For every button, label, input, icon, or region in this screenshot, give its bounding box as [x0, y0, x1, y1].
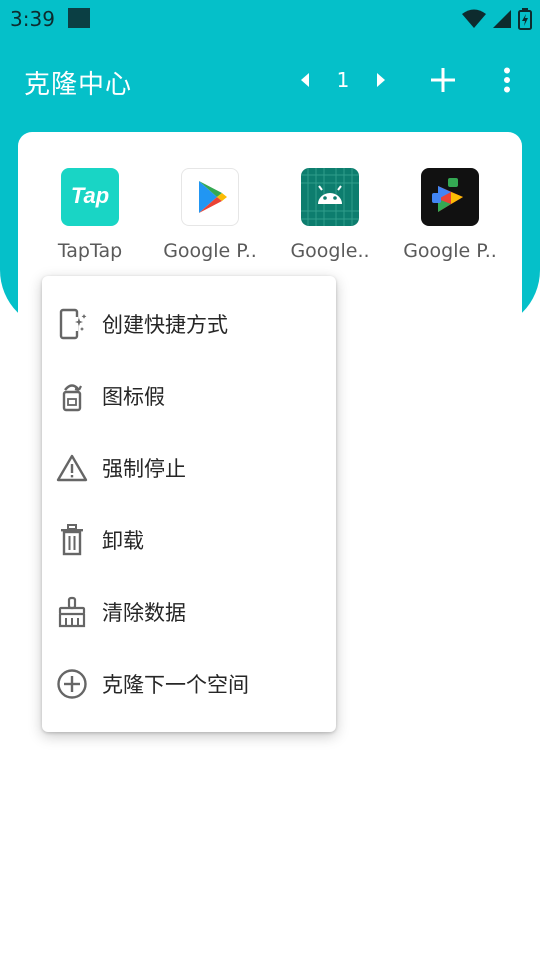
- space-pager: 1: [298, 66, 388, 94]
- shortcut-icon: [55, 307, 89, 341]
- menu-item-clear-data[interactable]: 清除数据: [42, 576, 336, 648]
- app-item-google-android[interactable]: Google..: [270, 168, 390, 262]
- page-number: 1: [336, 68, 350, 92]
- menu-item-label: 克隆下一个空间: [102, 673, 249, 697]
- status-icons: [462, 8, 532, 30]
- menu-item-label: 强制停止: [102, 457, 186, 481]
- menu-item-label: 图标假: [102, 385, 165, 409]
- more-vertical-icon: [504, 67, 510, 93]
- warning-icon: [55, 451, 89, 485]
- add-button[interactable]: [425, 62, 461, 98]
- battery-charging-icon: [518, 8, 532, 30]
- broom-icon: [55, 595, 89, 629]
- plus-icon: [431, 68, 455, 92]
- menu-item-icon-disguise[interactable]: 图标假: [42, 360, 336, 432]
- app-disguise-icon: [55, 379, 89, 413]
- cell-signal-icon: [493, 10, 511, 28]
- app-bar: 克隆中心 1: [0, 40, 540, 120]
- app-item-google-play-services[interactable]: Google P..: [390, 168, 510, 262]
- chevron-left-icon[interactable]: [298, 71, 312, 89]
- chevron-right-icon[interactable]: [374, 71, 388, 89]
- menu-item-clone-next-space[interactable]: 克隆下一个空间: [42, 648, 336, 720]
- page-title: 克隆中心: [24, 70, 133, 100]
- notification-icon: [68, 8, 90, 28]
- status-bar: 3:39: [0, 0, 540, 38]
- google-play-store-icon: [181, 168, 239, 226]
- google-play-services-icon: [421, 168, 479, 226]
- menu-item-label: 清除数据: [102, 601, 186, 625]
- menu-item-label: 卸载: [102, 529, 144, 553]
- trash-icon: [55, 523, 89, 557]
- menu-item-label: 创建快捷方式: [102, 313, 228, 337]
- more-options-button[interactable]: [489, 62, 525, 98]
- context-menu: 创建快捷方式 图标假 强制停止 卸载 清除数据 克隆下一个空间: [42, 276, 336, 732]
- add-circle-icon: [55, 667, 89, 701]
- menu-item-uninstall[interactable]: 卸载: [42, 504, 336, 576]
- app-label: Google..: [290, 240, 370, 262]
- android-system-icon: [301, 168, 359, 226]
- app-label: TapTap: [57, 240, 123, 262]
- taptap-logo-text: Tap: [70, 183, 110, 208]
- taptap-app-icon: Tap: [61, 168, 119, 226]
- menu-item-force-stop[interactable]: 强制停止: [42, 432, 336, 504]
- app-item-google-play-store[interactable]: Google P..: [150, 168, 270, 262]
- menu-item-create-shortcut[interactable]: 创建快捷方式: [42, 288, 336, 360]
- app-label: Google P..: [403, 240, 497, 262]
- app-item-taptap[interactable]: Tap TapTap: [30, 168, 150, 262]
- app-label: Google P..: [163, 240, 257, 262]
- status-time: 3:39: [10, 7, 55, 31]
- wifi-icon: [462, 9, 486, 28]
